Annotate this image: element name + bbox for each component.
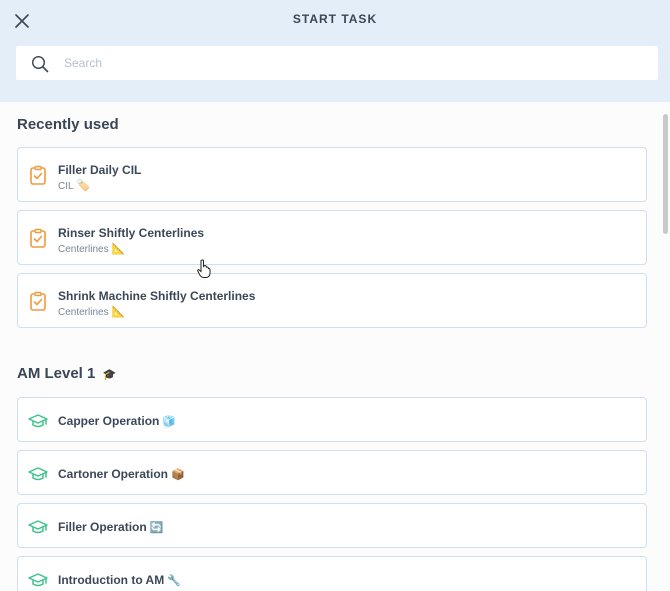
search-icon: [31, 55, 49, 73]
course-title: Filler Operation 🔄: [58, 520, 164, 534]
task-card-shrink-machine-shiftly-centerlines[interactable]: Shrink Machine Shiftly Centerlines Cente…: [17, 273, 647, 328]
section-title-recent: Recently used: [17, 116, 119, 133]
triangular-ruler-icon: 📐: [111, 243, 126, 255]
clipboard-check-icon: [30, 291, 46, 311]
course-emoji: 🧊: [162, 416, 177, 428]
course-title: Introduction to AM 🔧: [58, 573, 181, 587]
header: START TASK: [0, 0, 670, 102]
graduation-cap-icon: [28, 520, 48, 534]
scrollbar-thumb[interactable]: [663, 114, 668, 234]
graduation-cap-icon: [28, 414, 48, 428]
section-title-am-level-1: AM Level 1 🎓: [17, 365, 117, 382]
search-bar[interactable]: [16, 46, 658, 80]
graduation-cap-emoji: 🎓: [102, 369, 117, 381]
triangular-ruler-icon: 📐: [111, 306, 126, 318]
course-title: Cartoner Operation 📦: [58, 467, 185, 481]
course-emoji: 🔄: [149, 522, 164, 534]
graduation-cap-icon: [28, 573, 48, 587]
course-title: Capper Operation 🧊: [58, 414, 177, 428]
graduation-cap-icon: [28, 467, 48, 481]
task-category: CIL 🏷️: [58, 180, 91, 192]
task-title: Filler Daily CIL: [58, 163, 142, 177]
course-emoji: 📦: [171, 469, 185, 481]
task-category: Centerlines 📐: [58, 243, 126, 255]
clipboard-check-icon: [30, 165, 46, 185]
task-category: Centerlines 📐: [58, 306, 126, 318]
tag-icon: 🏷️: [76, 180, 91, 192]
task-card-rinser-shiftly-centerlines[interactable]: Rinser Shiftly Centerlines Centerlines 📐: [17, 210, 647, 265]
course-emoji: 🔧: [167, 575, 181, 587]
task-list: Recently used Filler Daily CIL CIL 🏷️ Rin…: [0, 102, 660, 591]
hand-cursor-icon: [197, 259, 211, 278]
clipboard-check-icon: [30, 228, 46, 248]
course-card-capper-operation[interactable]: Capper Operation 🧊: [17, 397, 647, 442]
course-card-filler-operation[interactable]: Filler Operation 🔄: [17, 503, 647, 548]
page-title: START TASK: [292, 12, 378, 26]
scrollbar[interactable]: [662, 106, 670, 591]
search-input[interactable]: [64, 46, 644, 80]
task-card-filler-daily-cil[interactable]: Filler Daily CIL CIL 🏷️: [17, 147, 647, 202]
course-card-introduction-to-am[interactable]: Introduction to AM 🔧: [17, 556, 647, 591]
task-title: Rinser Shiftly Centerlines: [58, 226, 205, 240]
course-card-cartoner-operation[interactable]: Cartoner Operation 📦: [17, 450, 647, 495]
task-title: Shrink Machine Shiftly Centerlines: [58, 289, 256, 303]
